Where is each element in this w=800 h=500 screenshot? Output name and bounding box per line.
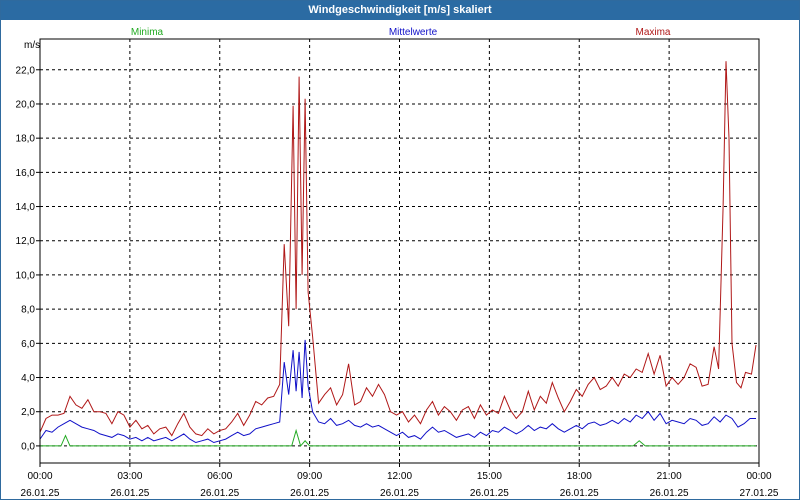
x-tick-time: 00:00 [27,471,52,482]
x-tick-time: 21:00 [657,471,682,482]
x-tick-time: 06:00 [207,471,232,482]
x-tick-time: 00:00 [746,471,771,482]
y-tick-label: 0,0 [21,441,35,452]
legend: Minima Mittelwerte Maxima [131,27,671,38]
y-tick-label: 4,0 [21,373,35,384]
x-tick-time: 09:00 [297,471,322,482]
y-tick-label: 20,0 [16,99,36,110]
legend-entry-mittelwerte: Mittelwerte [389,27,438,38]
x-tick-date: 27.01.25 [740,488,779,499]
y-tick-label: 6,0 [21,339,35,350]
x-tick-time: 03:00 [117,471,142,482]
y-tick-label: 18,0 [16,134,36,145]
window-title: Windgeschwindigkeit [m/s] skaliert [1,1,799,20]
x-tick-date: 26.01.25 [110,488,149,499]
legend-entry-maxima: Maxima [635,27,670,38]
y-tick-label: 14,0 [16,202,36,213]
y-axis-label: m/s [24,40,40,51]
x-tick-date: 26.01.25 [200,488,239,499]
y-tick-label: 10,0 [16,270,36,281]
x-tick-time: 18:00 [567,471,592,482]
x-tick-time: 12:00 [387,471,412,482]
y-tick-label: 12,0 [16,236,36,247]
y-tick-label: 8,0 [21,305,35,316]
chart-area: Minima Mittelwerte Maxima m/s 0,0 2,0 4,0 6… [16,27,779,499]
y-tick-label: 2,0 [21,407,35,418]
x-tick-date: 26.01.25 [560,488,599,499]
y-axis-ticks: 0,0 2,0 4,0 6,0 8,0 10,0 12,0 14,0 16,0 18,0 20,0 2… [16,65,40,452]
x-tick-date: 26.01.25 [380,488,419,499]
y-tick-label: 16,0 [16,168,36,179]
x-tick-date: 26.01.25 [21,488,60,499]
series-layer [39,61,757,447]
legend-entry-minima: Minima [131,27,164,38]
x-tick-date: 26.01.25 [290,488,329,499]
x-tick-date: 26.01.25 [470,488,509,499]
x-tick-date: 26.01.25 [650,488,689,499]
chart-window: Windgeschwindigkeit [m/s] skaliert Minim… [0,0,800,500]
series-line-maxima [39,61,757,437]
x-axis-ticks: 00:00 26.01.25 03:00 26.01.25 06:00 26.01.25 0… [21,463,779,499]
x-tick-time: 15:00 [477,471,502,482]
y-tick-label: 22,0 [16,65,36,76]
grid-lines [40,39,759,463]
